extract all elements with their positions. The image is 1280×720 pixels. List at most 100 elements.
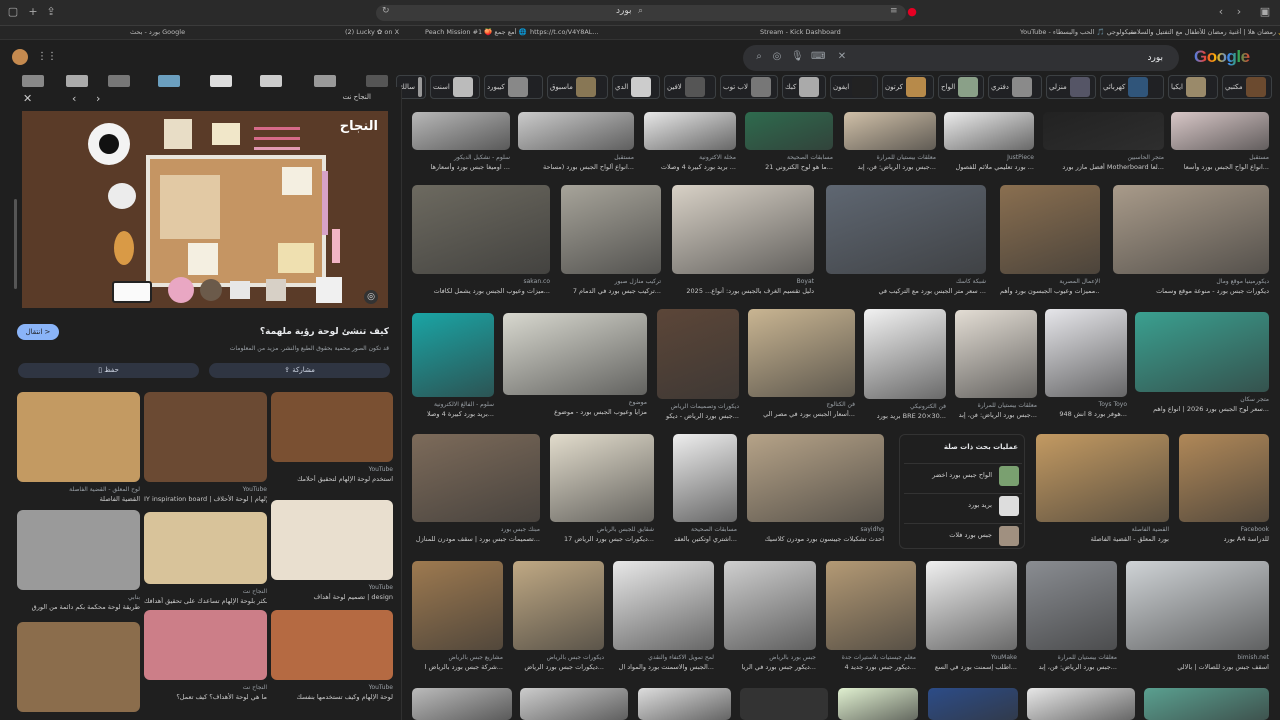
reader-icon[interactable]: ≡ — [890, 6, 898, 16]
chip-thumb[interactable] — [210, 75, 232, 87]
result-image[interactable] — [638, 688, 731, 720]
result-caption[interactable]: اشتري اوتكتين بالعقد... — [673, 535, 737, 543]
result-source[interactable]: ديكورمينيا موقع ومال — [1113, 278, 1269, 285]
search-icon[interactable]: ⌕ — [753, 51, 765, 62]
tab-item[interactable]: (2) Lucky ✿ on X — [345, 28, 399, 38]
result-image[interactable] — [672, 185, 814, 274]
result-caption[interactable]: ديكورات جبس بورد - منوعة موقع وسمات — [1113, 287, 1269, 295]
result-caption[interactable]: سعر لوح الجبس بورد 2026 | انواع واهم... — [1135, 405, 1269, 413]
result-source[interactable]: معلقات بيستيان للمرارة — [844, 154, 936, 161]
result-image[interactable] — [412, 434, 540, 522]
forward-arrow-icon[interactable]: › — [1232, 5, 1246, 19]
result-caption[interactable]: الجبس والاسمنت بورد والمواد ال... — [613, 663, 714, 671]
related-search-item[interactable]: بريد بورد — [904, 493, 1022, 517]
related-image[interactable] — [144, 392, 267, 482]
result-caption[interactable]: احدث تشكيلات جيبسون بورد مودرن كلاسيك — [747, 535, 884, 543]
result-source[interactable]: YouTube — [271, 584, 393, 591]
result-source[interactable]: متجر سكان — [1135, 396, 1269, 403]
result-source[interactable]: موضوع — [503, 399, 647, 406]
result-source[interactable]: YouTube — [144, 486, 267, 493]
tab-item[interactable]: Peach Mission #1 🍑 أمع جمع 🌐 — [425, 28, 527, 38]
result-source[interactable]: شقايق للجبس بالرياض — [550, 526, 654, 533]
result-caption[interactable]: تصميمات جبس بورد | سقف مودرن للمنازل... — [412, 535, 540, 543]
result-caption[interactable]: شركة جبس بورد بالرياض ا... — [412, 663, 503, 671]
next-icon[interactable]: › — [96, 92, 100, 105]
result-image[interactable] — [412, 561, 503, 650]
result-image[interactable] — [513, 561, 604, 650]
result-caption[interactable]: اسقف جبس بورد للصالات | بالالي — [1126, 663, 1269, 671]
result-source[interactable]: معلقات بيستيان للمرارة — [1026, 654, 1117, 661]
result-caption[interactable]: بريد بورد كبيرة 4 وصلات ... — [644, 163, 736, 171]
result-source[interactable]: YouTube — [271, 466, 393, 473]
result-source[interactable]: سلوم - نشكيل الديكور — [412, 154, 510, 161]
result-source[interactable]: مستقبل — [518, 154, 634, 161]
share-icon[interactable]: ⇪ — [44, 5, 58, 19]
result-source[interactable]: Boyat — [672, 278, 814, 285]
search-input[interactable] — [853, 49, 1163, 67]
result-caption[interactable]: بورد A4 للدراسة — [1179, 535, 1269, 543]
result-caption[interactable]: لوحة الإلهام وكيف تستخدمها بنفسك — [271, 693, 394, 701]
filter-chip[interactable]: لافين — [664, 75, 716, 99]
chip-thumb[interactable] — [260, 75, 282, 87]
result-source[interactable]: ديكورات جبس بالرياض — [513, 654, 604, 661]
result-source[interactable]: مسابقات الصحيحة — [673, 526, 737, 533]
chip-thumb[interactable] — [314, 75, 336, 87]
result-source[interactable]: معلقات بيستيان للمرارة — [955, 402, 1037, 409]
result-source[interactable]: شبكة كاسك — [826, 278, 986, 285]
result-caption[interactable]: سعر متر الجبس بورد مع التركيب في ... — [826, 287, 986, 295]
tab-item[interactable]: https://t.co/V4Y8AL... — [530, 28, 599, 38]
result-image[interactable] — [1135, 312, 1269, 392]
result-source[interactable]: Facebook — [1179, 526, 1269, 533]
result-caption[interactable]: جبس بورد الرياض - ديكو... — [657, 412, 739, 420]
result-image[interactable] — [1113, 185, 1269, 274]
filter-chip[interactable]: ايكيا — [1168, 75, 1218, 99]
result-caption[interactable]: جبس بورد الرياض: فن، إبد... — [1026, 663, 1117, 671]
result-caption[interactable]: هوفر بورد 8 انش 948... — [1045, 410, 1127, 418]
result-image[interactable] — [944, 112, 1034, 150]
result-source[interactable]: مسابقات الصحيحة — [745, 154, 833, 161]
result-caption[interactable]: طريقة لوحة محكمة بكم دائمة من الورق — [17, 603, 140, 611]
filter-chip[interactable]: ايفون — [830, 75, 878, 99]
result-image[interactable] — [657, 309, 739, 399]
site-name[interactable]: النجاح نت — [343, 93, 371, 101]
share-button[interactable]: ⇪ مشاركة — [209, 363, 390, 378]
result-caption[interactable]: أفضل مازر بورد Motherboard لعا... — [1043, 163, 1164, 171]
search-box[interactable]: ⌕ ◎ 🎙 ⌨ ✕ — [743, 45, 1179, 71]
related-image[interactable] — [271, 500, 393, 580]
result-caption[interactable]: ما الكثر بلوحة الإلهام تساعدك على تحقيق … — [144, 597, 267, 605]
result-source[interactable]: متجر الحاسبين — [1043, 154, 1164, 161]
chip-thumb[interactable] — [22, 75, 44, 87]
result-image[interactable] — [1045, 309, 1127, 397]
result-image[interactable] — [550, 434, 654, 522]
result-caption[interactable]: ما هو لوح الكتروني 21... — [745, 163, 833, 171]
result-caption[interactable]: بورد المعلق - القضية الفاصلة — [1036, 535, 1169, 543]
address-bar[interactable]: ↻ بورد ⌕ ≡ — [376, 5, 906, 21]
result-caption[interactable]: جبس بورد الرياض: فن، إبد... — [844, 163, 936, 171]
preview-image[interactable]: النجاح ◎ — [22, 111, 388, 308]
result-image[interactable] — [1027, 688, 1135, 720]
save-button[interactable]: ▯ حفظ — [18, 363, 199, 378]
copyright-note[interactable]: قد تكون الصور محمية بحقوق الطبع والنشر. … — [230, 345, 389, 352]
result-source[interactable]: لوح المعلق - القضية الفاصلة — [17, 486, 140, 493]
back-arrow-icon[interactable]: ‹ — [1214, 5, 1228, 19]
result-caption[interactable]: جبس بورد الرياض: فن، إبد... — [955, 411, 1037, 419]
result-caption[interactable]: ديكور جبس بورد في الريا... — [724, 663, 816, 671]
filter-chip[interactable]: الدي — [612, 75, 660, 99]
result-source[interactable]: القضية الفاصلة — [1036, 526, 1169, 533]
filter-chip[interactable]: الواح — [938, 75, 984, 99]
result-caption[interactable]: ما هي لوحة الأهداف؟ كيف تعمل؟ — [144, 693, 267, 701]
result-image[interactable] — [928, 688, 1018, 720]
result-image[interactable] — [412, 688, 512, 720]
avatar[interactable] — [12, 49, 28, 65]
result-image[interactable] — [412, 112, 510, 150]
reload-icon[interactable]: ↻ — [382, 6, 390, 16]
result-source[interactable]: مخلة الاكترونية — [644, 154, 736, 161]
result-image[interactable] — [826, 561, 916, 650]
result-image[interactable] — [1026, 561, 1117, 650]
related-image[interactable] — [144, 610, 267, 680]
google-logo[interactable]: Google — [1194, 47, 1250, 67]
lens-icon[interactable]: ◎ — [364, 290, 378, 304]
result-image[interactable] — [740, 688, 828, 720]
chip-thumb[interactable] — [366, 75, 388, 87]
result-image[interactable] — [1126, 561, 1269, 650]
